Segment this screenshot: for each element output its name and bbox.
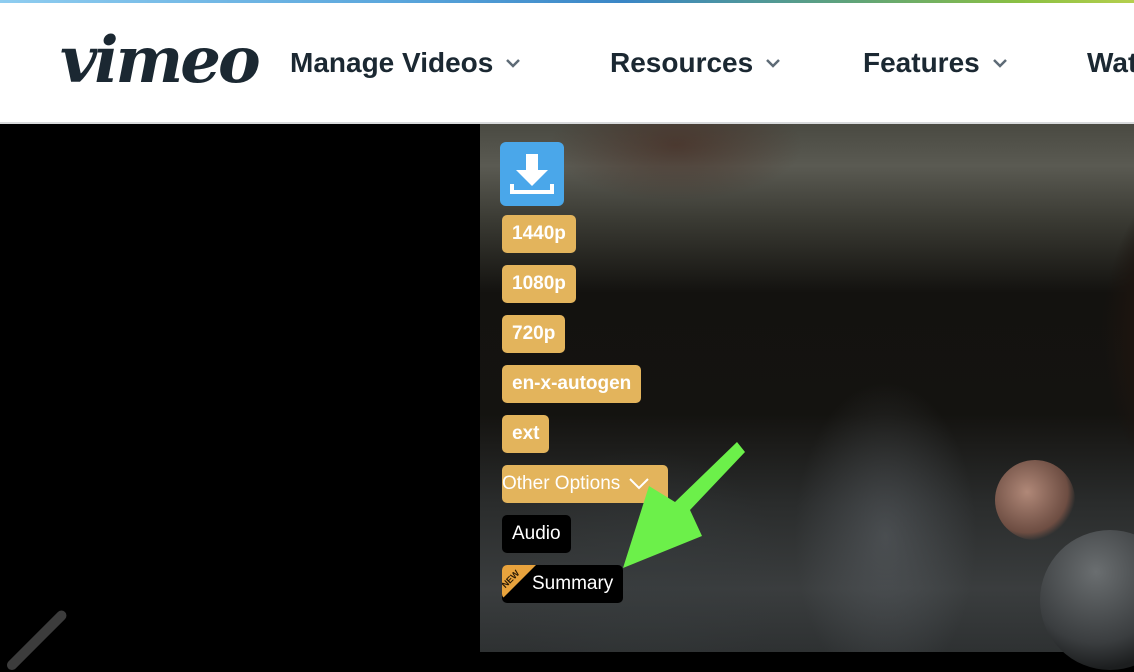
nav-features[interactable]: Features <box>863 45 1010 81</box>
download-button[interactable] <box>500 142 564 206</box>
option-1440p[interactable]: 1440p <box>502 215 576 253</box>
annotation-arrow-icon <box>623 442 745 568</box>
chevron-down-icon <box>766 59 781 68</box>
option-en-x-autogen[interactable]: en-x-autogen <box>502 365 642 403</box>
option-label: 720p <box>512 323 556 344</box>
site-header: vimeo Manage Videos Resources Features W… <box>0 3 1134 124</box>
summary-button[interactable]: NEW Summary <box>502 565 624 603</box>
nav-watch[interactable]: Wat <box>1087 45 1134 81</box>
nav-resources[interactable]: Resources <box>610 45 783 81</box>
nav-label: Resources <box>610 47 754 78</box>
option-label: 1080p <box>512 273 566 294</box>
new-badge: NEW <box>502 565 536 599</box>
summary-label: Summary <box>532 573 614 594</box>
option-label: ext <box>512 423 540 444</box>
chevron-down-icon <box>992 59 1007 68</box>
option-label: en-x-autogen <box>512 373 632 394</box>
download-icon <box>510 154 554 194</box>
vimeo-logo[interactable]: vimeo <box>60 21 261 101</box>
option-label: 1440p <box>512 223 566 244</box>
nav-label: Wat <box>1087 47 1134 78</box>
nav-label: Manage Videos <box>290 47 494 78</box>
video-content-hand <box>995 460 1075 540</box>
audio-label: Audio <box>512 523 561 544</box>
chevron-down-icon <box>506 59 521 68</box>
nav-manage-videos[interactable]: Manage Videos <box>290 45 523 81</box>
audio-button[interactable]: Audio <box>502 515 571 553</box>
option-1080p[interactable]: 1080p <box>502 265 576 303</box>
nav-label: Features <box>863 47 980 78</box>
option-ext[interactable]: ext <box>502 415 550 453</box>
player-letterbox <box>0 124 480 652</box>
option-720p[interactable]: 720p <box>502 315 566 353</box>
other-options-label: Other Options <box>502 473 621 494</box>
